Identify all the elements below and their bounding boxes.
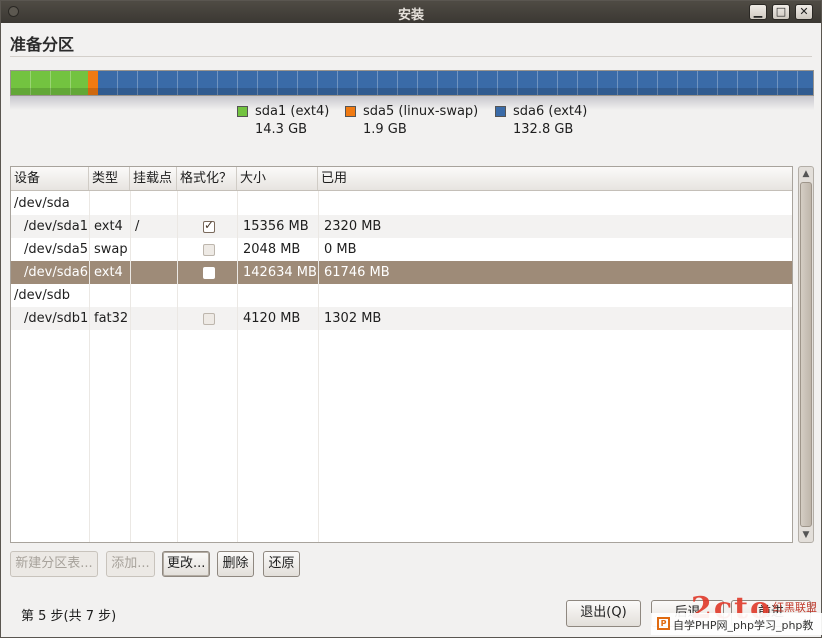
column-divider	[89, 191, 90, 542]
table-header: 设备 类型 挂载点 格式化？ 大小 已用	[11, 167, 792, 191]
cell-type: fat32	[94, 311, 129, 326]
legend-size-sda5: 1.9 GB	[363, 122, 407, 137]
partition-bar-segment	[87, 71, 99, 95]
installer-window: 安装 ▁ □ ✕ 准备分区 sda1 (ext4) 14.3 GB sda5 (…	[0, 0, 822, 638]
table-row[interactable]: /dev/sdb	[11, 284, 792, 307]
format-checkbox[interactable]	[203, 218, 215, 233]
scroll-thumb[interactable]	[800, 182, 812, 527]
cell-size: 4120 MB	[243, 311, 301, 326]
delete-partition-button[interactable]: 删除	[217, 551, 254, 577]
legend-name-sda5: sda5 (linux-swap)	[363, 104, 479, 119]
format-checkbox[interactable]	[203, 267, 215, 279]
cell-size: 142634 MB	[243, 265, 317, 280]
table-row[interactable]: /dev/sda1 ext4 / 15356 MB 2320 MB	[11, 215, 792, 238]
cell-type: swap	[94, 242, 128, 257]
cell-type: ext4	[94, 265, 123, 280]
partition-table[interactable]: 设备 类型 挂载点 格式化？ 大小 已用 /dev/sda/dev/sda1 ex…	[10, 166, 793, 543]
title-bar[interactable]: 安装 ▁ □ ✕	[1, 1, 821, 23]
segment-shade	[87, 88, 99, 95]
cell-used: 2320 MB	[324, 219, 382, 234]
cell-mount: /	[135, 219, 140, 234]
quit-button[interactable]: 退出(Q)	[566, 600, 641, 627]
column-size[interactable]: 大小	[237, 167, 318, 190]
cell-used: 0 MB	[324, 242, 357, 257]
column-type[interactable]: 类型	[89, 167, 130, 190]
add-partition-button[interactable]: 添加...	[106, 551, 155, 577]
segment-shade	[98, 88, 813, 95]
table-scrollbar[interactable]: ▲ ▼	[798, 166, 814, 543]
cell-device: /dev/sda6	[24, 265, 88, 280]
cell-device: /dev/sda	[14, 196, 70, 211]
column-device[interactable]: 设备	[11, 167, 89, 190]
table-row[interactable]: /dev/sda6 ext4 142634 MB 61746 MB	[11, 261, 792, 284]
cell-device: /dev/sdb	[14, 288, 70, 303]
format-checkbox[interactable]	[203, 244, 215, 256]
cell-device: /dev/sda1	[24, 219, 88, 234]
new-partition-table-button[interactable]: 新建分区表...	[10, 551, 98, 577]
cell-used: 61746 MB	[324, 265, 390, 280]
cell-size: 2048 MB	[243, 242, 301, 257]
cell-device: /dev/sda5	[24, 242, 88, 257]
column-format[interactable]: 格式化？	[177, 167, 237, 190]
page-title: 准备分区	[10, 35, 75, 54]
partition-bar	[10, 70, 814, 96]
legend-name-sda6: sda6 (ext4)	[513, 104, 588, 119]
column-divider	[237, 191, 238, 542]
legend-swatch-sda6	[495, 106, 506, 117]
maximize-button[interactable]: □	[772, 4, 790, 20]
table-row[interactable]: /dev/sda5 swap 2048 MB 0 MB	[11, 238, 792, 261]
cell-device: /dev/sdb1	[24, 311, 89, 326]
window-title: 安装	[397, 8, 424, 23]
legend-size-sda1: 14.3 GB	[255, 122, 308, 137]
legend-swatch-sda1	[237, 106, 248, 117]
step-indicator: 第 5 步(共 7 步)	[21, 609, 117, 624]
revert-button[interactable]: 还原	[263, 551, 300, 577]
close-button[interactable]: ✕	[795, 4, 813, 20]
column-divider	[177, 191, 178, 542]
column-divider	[318, 191, 319, 542]
legend-name-sda1: sda1 (ext4)	[255, 104, 330, 119]
column-divider	[130, 191, 131, 542]
scroll-up-icon[interactable]: ▲	[799, 167, 813, 181]
watermark-icon: P	[657, 617, 670, 630]
cell-size: 15356 MB	[243, 219, 309, 234]
watermark-text: 自学PHP网_php学习_php教	[673, 619, 814, 632]
table-row[interactable]: /dev/sdb1 fat32 4120 MB 1302 MB	[11, 307, 792, 330]
title-separator	[10, 56, 812, 57]
minimize-button[interactable]: ▁	[749, 4, 767, 20]
table-row[interactable]: /dev/sda	[11, 192, 792, 215]
format-checkbox[interactable]	[203, 313, 215, 325]
cell-type: ext4	[94, 219, 123, 234]
legend-size-sda6: 132.8 GB	[513, 122, 574, 137]
change-partition-button[interactable]: 更改...	[162, 551, 210, 577]
column-used[interactable]: 已用	[318, 167, 792, 190]
partition-bar-segment	[98, 71, 813, 95]
segment-shade	[11, 88, 88, 95]
scroll-down-icon[interactable]: ▼	[799, 528, 813, 542]
partition-bar-segment	[11, 71, 88, 95]
cell-used: 1302 MB	[324, 311, 382, 326]
column-mount[interactable]: 挂载点	[130, 167, 177, 190]
legend-swatch-sda5	[345, 106, 356, 117]
